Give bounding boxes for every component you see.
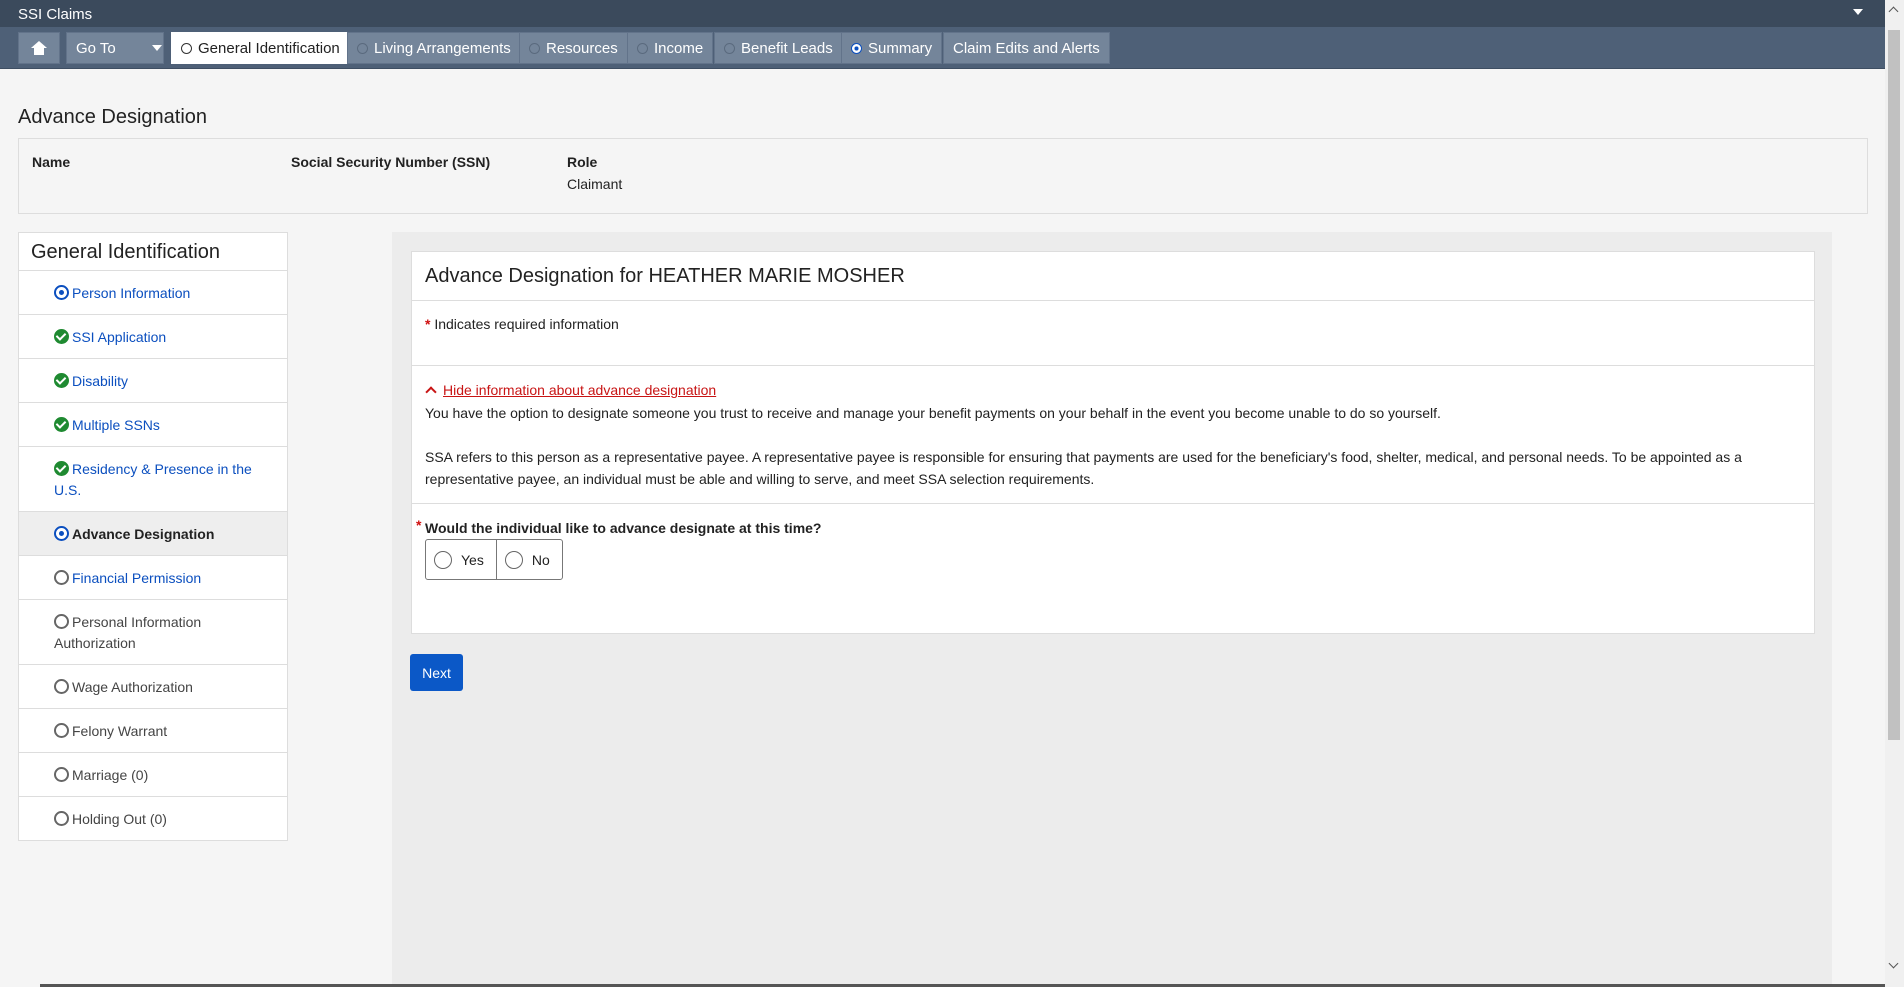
app-title: SSI Claims: [18, 6, 93, 23]
tab-claim-edits-alerts[interactable]: Claim Edits and Alerts: [943, 32, 1110, 64]
tab-general-identification[interactable]: General Identification: [171, 32, 350, 64]
not-started-icon: [54, 723, 69, 738]
required-note: * Indicates required information: [425, 316, 619, 332]
sidebar-item-multiple-ssns[interactable]: Multiple SSNs: [19, 403, 287, 447]
sidebar-item-label[interactable]: Financial Permission: [54, 570, 201, 586]
tab-label: Summary: [868, 39, 933, 57]
scroll-up-arrow-icon[interactable]: [1888, 6, 1899, 17]
goto-label: Go To: [76, 39, 116, 57]
sidebar-item-financial-permission[interactable]: Financial Permission: [19, 556, 287, 600]
sidebar-item-ssi-application[interactable]: SSI Application: [19, 315, 287, 359]
complete-check-icon: [54, 329, 69, 344]
advance-designate-question: * Would the individual like to advance d…: [416, 517, 822, 536]
section-sidebar: General Identification Person Informatio…: [18, 232, 288, 841]
complete-check-icon: [54, 417, 69, 432]
info-paragraph-1: You have the option to designate someone…: [425, 405, 1441, 421]
sidebar-item-holding-out[interactable]: Holding Out (0): [19, 797, 287, 840]
sidebar-item-label: Advance Designation: [72, 526, 215, 542]
required-star: *: [425, 316, 431, 332]
tab-income[interactable]: Income: [627, 32, 714, 64]
required-note-text: Indicates required information: [434, 316, 619, 332]
ssn-label: Social Security Number (SSN): [291, 154, 491, 170]
sidebar-item-label: Wage Authorization: [72, 679, 193, 695]
complete-check-icon: [54, 373, 69, 388]
sidebar-item-label: Holding Out (0): [72, 811, 167, 827]
not-started-icon: [54, 767, 69, 782]
divider: [412, 503, 1814, 504]
sidebar-item-label[interactable]: Residency & Presence in the U.S.: [54, 459, 267, 501]
advance-designate-radio-group: Yes No: [425, 539, 563, 580]
divider: [412, 365, 1814, 366]
status-ring-icon: [529, 42, 540, 54]
name-label: Name: [32, 154, 71, 170]
info-paragraph-2: SSA refers to this person as a represent…: [425, 449, 1742, 487]
tab-label: Resources: [546, 39, 618, 57]
hide-info-link-text: Hide information about advance designati…: [443, 382, 717, 398]
sidebar-title: General Identification: [19, 233, 287, 271]
goto-button[interactable]: Go To: [66, 32, 164, 64]
sidebar-item-marriage[interactable]: Marriage (0): [19, 753, 287, 797]
radio-no-label: No: [531, 551, 550, 568]
not-started-icon: [54, 570, 69, 585]
status-ring-icon: [181, 42, 192, 54]
status-ring-icon: [357, 42, 368, 54]
titlebar-menu-caret-icon[interactable]: [1853, 9, 1863, 15]
role-label: Role: [567, 154, 598, 170]
role-value: Claimant: [567, 176, 623, 192]
goto-caret-icon: [151, 45, 162, 51]
sidebar-item-label: Felony Warrant: [72, 723, 168, 739]
sidebar-item-residency[interactable]: Residency & Presence in the U.S.: [19, 447, 287, 512]
question-text: Would the individual like to advance des…: [425, 520, 822, 536]
tab-benefit-leads[interactable]: Benefit Leads: [714, 32, 843, 64]
sidebar-item-label[interactable]: SSI Application: [54, 329, 166, 345]
sidebar-item-label[interactable]: Person Information: [54, 285, 190, 301]
page-title: Advance Designation: [18, 106, 208, 128]
required-star: *: [416, 517, 422, 533]
status-current-icon: [851, 42, 862, 54]
claimant-info-panel: Name Social Security Number (SSN) Role C…: [18, 138, 1868, 214]
tab-label: Living Arrangements: [374, 39, 511, 57]
sidebar-item-person-information[interactable]: Person Information: [19, 271, 287, 315]
hide-info-link[interactable]: Hide information about advance designati…: [425, 382, 716, 398]
tab-summary[interactable]: Summary: [841, 32, 943, 64]
radio-yes[interactable]: [434, 550, 452, 569]
sidebar-item-wage-authorization[interactable]: Wage Authorization: [19, 665, 287, 709]
tab-resources[interactable]: Resources: [519, 32, 628, 64]
tab-living-arrangements[interactable]: Living Arrangements: [347, 32, 521, 64]
form-title: Advance Designation for HEATHER MARIE MO…: [412, 252, 1814, 301]
status-ring-icon: [637, 42, 648, 54]
radio-yes-label: Yes: [461, 551, 484, 568]
radio-no[interactable]: [504, 550, 523, 569]
home-icon: [31, 41, 47, 55]
sidebar-item-label: Personal Information Authorization: [54, 614, 202, 651]
page-scrollbar[interactable]: [1885, 0, 1904, 987]
complete-check-icon: [54, 461, 69, 476]
sidebar-item-personal-info-authorization[interactable]: Personal Information Authorization: [19, 600, 287, 665]
home-button[interactable]: [18, 32, 60, 64]
not-started-icon: [54, 679, 69, 694]
sidebar-item-felony-warrant[interactable]: Felony Warrant: [19, 709, 287, 753]
not-started-icon: [54, 614, 69, 629]
radio-option-no[interactable]: No: [495, 540, 562, 579]
sidebar-item-disability[interactable]: Disability: [19, 359, 287, 403]
in-progress-icon: [54, 526, 69, 541]
main-navbar: Go To General Identification Living Arra…: [0, 27, 1885, 69]
tab-label: Claim Edits and Alerts: [953, 39, 1100, 57]
tab-label: Income: [654, 39, 704, 57]
in-progress-icon: [54, 285, 69, 300]
app-titlebar: SSI Claims: [0, 0, 1885, 27]
scrollbar-thumb[interactable]: [1888, 30, 1900, 740]
sidebar-item-label[interactable]: Multiple SSNs: [54, 417, 160, 433]
sidebar-item-advance-designation[interactable]: Advance Designation: [19, 512, 287, 556]
status-ring-icon: [724, 42, 735, 54]
advance-designation-card: Advance Designation for HEATHER MARIE MO…: [411, 251, 1815, 634]
tab-label: General Identification: [198, 39, 340, 57]
not-started-icon: [54, 811, 69, 826]
scroll-down-arrow-icon[interactable]: [1888, 958, 1899, 969]
chevron-up-icon: [425, 386, 437, 398]
radio-option-yes[interactable]: Yes: [426, 540, 496, 579]
tab-label: Benefit Leads: [741, 39, 833, 57]
next-button[interactable]: Next: [410, 654, 463, 691]
